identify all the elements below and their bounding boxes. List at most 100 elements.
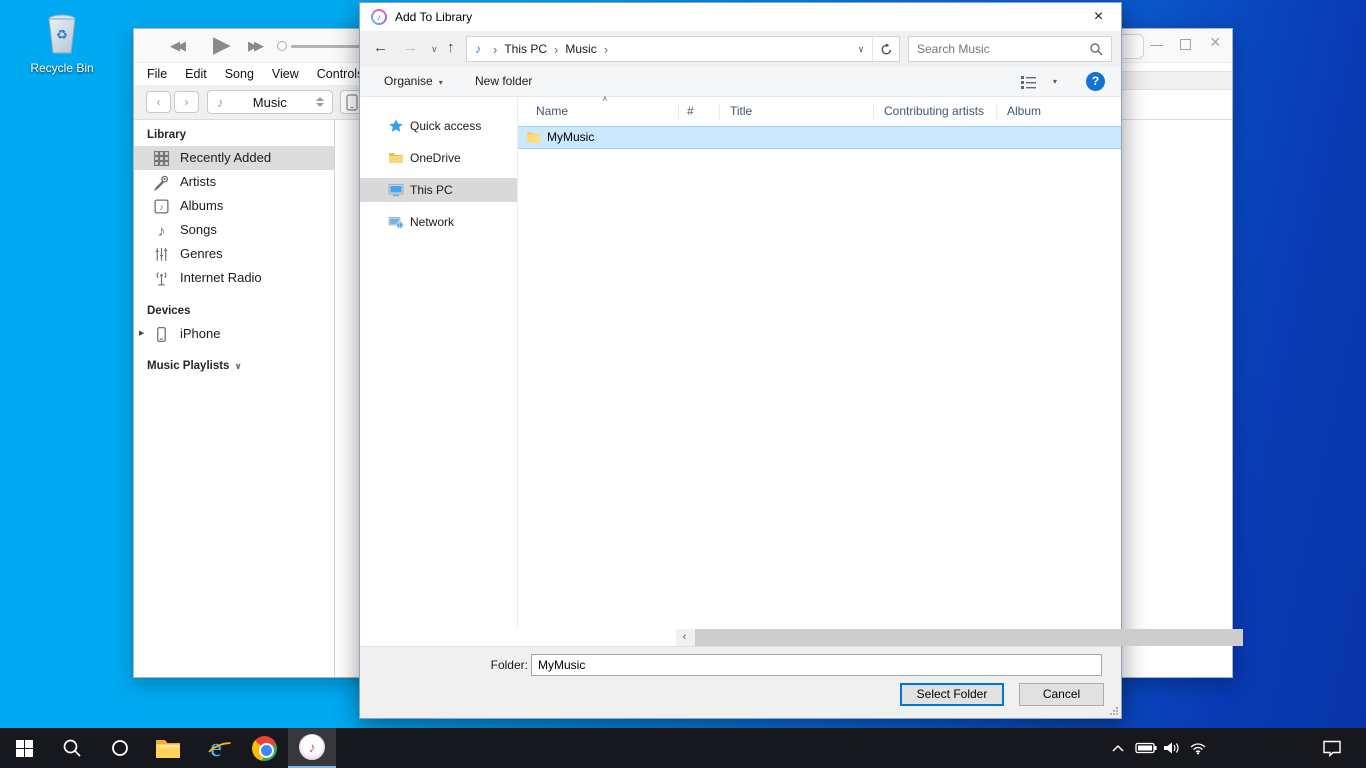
file-explorer-icon	[155, 737, 181, 759]
itunes-maximize-icon[interactable]	[1180, 39, 1191, 50]
back-button[interactable]: ←	[373, 39, 388, 56]
dialog-title: Add To Library	[395, 3, 472, 31]
search-box[interactable]	[908, 36, 1112, 62]
media-picker[interactable]: ♪ Music	[207, 90, 333, 114]
scrollbar-track[interactable]	[693, 629, 1103, 646]
address-bar[interactable]: ♪ › This PC › Music › ∨	[466, 36, 900, 62]
column-header-number[interactable]: #	[687, 100, 694, 122]
nav-item-quick-access[interactable]: Quick access	[360, 114, 517, 138]
organise-button[interactable]: Organise▾	[384, 67, 443, 97]
sidebar-item-genres[interactable]: Genres	[134, 242, 334, 266]
breadcrumb-music[interactable]: Music	[565, 42, 596, 56]
menu-edit[interactable]: Edit	[185, 67, 207, 81]
search-icon	[1089, 42, 1103, 56]
nav-item-onedrive[interactable]: OneDrive	[360, 146, 517, 170]
up-button[interactable]: ↑	[447, 39, 455, 56]
music-playlists-header[interactable]: Music Playlists∨	[147, 360, 242, 372]
chrome-icon	[252, 736, 277, 761]
volume-slider-knob[interactable]	[277, 41, 287, 51]
file-explorer-button[interactable]	[144, 728, 192, 768]
chrome-button[interactable]	[240, 728, 288, 768]
chevron-down-icon: ∨	[234, 361, 241, 371]
file-row-mymusic[interactable]: MyMusic	[518, 126, 1121, 149]
quick-access-star-icon	[388, 118, 404, 134]
itunes-taskbar-button[interactable]: ♪	[288, 728, 336, 768]
album-icon: ♪	[153, 198, 170, 215]
svg-text:♻: ♻	[56, 27, 68, 42]
view-mode-icon[interactable]	[1021, 76, 1037, 89]
horizontal-scrollbar[interactable]: ‹ ›	[676, 629, 1120, 646]
taskbar-search-button[interactable]	[48, 728, 96, 768]
nav-item-this-pc[interactable]: This PC	[360, 178, 517, 202]
wifi-icon[interactable]	[1186, 728, 1210, 768]
itunes-back-button[interactable]: ‹	[146, 91, 171, 113]
add-to-library-dialog: ♪ Add To Library ← → ∨ ↑ ♪ › This PC › M…	[359, 2, 1122, 719]
column-header-album[interactable]: Album	[1007, 100, 1041, 122]
sidebar-item-artists[interactable]: Artists	[134, 170, 334, 194]
tray-chevron-up-icon[interactable]	[1106, 728, 1130, 768]
cortana-icon	[111, 739, 129, 757]
menu-song[interactable]: Song	[225, 67, 254, 81]
onedrive-folder-icon	[388, 150, 404, 166]
menu-view[interactable]: View	[272, 67, 299, 81]
fast-forward-icon[interactable]: ▶▶	[248, 38, 260, 54]
menu-file[interactable]: File	[147, 67, 167, 81]
view-mode-chevron-icon[interactable]: ▾	[1053, 77, 1057, 86]
folder-name-input[interactable]	[531, 654, 1102, 676]
microphone-icon	[153, 174, 170, 191]
chevron-down-icon: ▾	[439, 78, 443, 87]
scroll-left-icon[interactable]: ‹	[676, 629, 693, 646]
internet-explorer-button[interactable]: e	[192, 728, 240, 768]
itunes-minimize-icon[interactable]	[1150, 45, 1163, 46]
dialog-titlebar[interactable]: ♪ Add To Library	[360, 3, 1121, 31]
breadcrumb-separator-icon: ›	[554, 42, 558, 57]
sidebar-item-internet-radio[interactable]: Internet Radio	[134, 266, 334, 290]
sidebar-item-iphone[interactable]: ▶ iPhone	[134, 322, 334, 346]
music-note-icon: ♪	[475, 42, 481, 56]
rewind-icon[interactable]: ◀◀	[170, 38, 182, 54]
sidebar-item-songs[interactable]: ♪ Songs	[134, 218, 334, 242]
forward-button[interactable]: →	[403, 39, 418, 56]
genres-icon	[153, 246, 170, 263]
column-header-name[interactable]: Name	[536, 100, 568, 122]
select-folder-button[interactable]: Select Folder	[900, 683, 1004, 706]
nav-item-network[interactable]: Network	[360, 210, 517, 234]
breadcrumb-this-pc[interactable]: This PC	[504, 42, 547, 56]
media-picker-stepper-icon	[316, 97, 324, 107]
scrollbar-thumb[interactable]	[695, 629, 1243, 646]
menu-controls[interactable]: Controls	[317, 67, 364, 81]
play-icon[interactable]: ▶	[213, 31, 231, 58]
folder-icon	[526, 130, 541, 144]
network-icon	[388, 214, 404, 230]
battery-icon[interactable]	[1134, 728, 1158, 768]
search-input[interactable]	[909, 42, 1089, 56]
this-pc-monitor-icon	[388, 182, 404, 198]
new-folder-button[interactable]: New folder	[475, 67, 532, 96]
itunes-forward-button[interactable]: ›	[174, 91, 199, 113]
recent-locations-chevron-icon[interactable]: ∨	[431, 44, 438, 55]
refresh-button[interactable]	[872, 37, 899, 61]
dialog-close-button[interactable]	[1076, 3, 1121, 31]
volume-icon[interactable]	[1160, 728, 1184, 768]
column-header-title[interactable]: Title	[730, 100, 752, 122]
recycle-bin-shortcut[interactable]: ♻ Recycle Bin	[24, 12, 100, 75]
address-dropdown-icon[interactable]: ∨	[850, 44, 872, 55]
desktop: ♻ Recycle Bin ◀◀ ▶ ▶▶ File Edit Song Vie…	[0, 0, 1366, 768]
sidebar-item-albums[interactable]: ♪ Albums	[134, 194, 334, 218]
action-center-icon[interactable]	[1320, 728, 1344, 768]
start-button[interactable]	[0, 728, 48, 768]
dialog-command-bar: Organise▾ New folder ▾ ?	[360, 67, 1121, 97]
cortana-button[interactable]	[96, 728, 144, 768]
breadcrumb-separator-icon: ›	[493, 42, 497, 57]
resize-grip[interactable]	[1110, 707, 1118, 715]
expand-arrow-icon[interactable]: ▶	[139, 322, 144, 346]
music-note-icon: ♪	[153, 222, 170, 239]
help-button[interactable]: ?	[1086, 72, 1105, 91]
dialog-body: Quick access OneDrive This PC	[360, 97, 1121, 646]
column-header-contributing-artists[interactable]: Contributing artists	[884, 100, 984, 122]
itunes-close-icon[interactable]	[1210, 32, 1221, 53]
cancel-button[interactable]: Cancel	[1019, 683, 1104, 706]
taskbar: e ♪	[0, 728, 1366, 768]
sidebar-item-recently-added[interactable]: Recently Added	[134, 146, 334, 170]
file-list: ∧ Name # Title Contributing artists Albu…	[518, 97, 1121, 646]
